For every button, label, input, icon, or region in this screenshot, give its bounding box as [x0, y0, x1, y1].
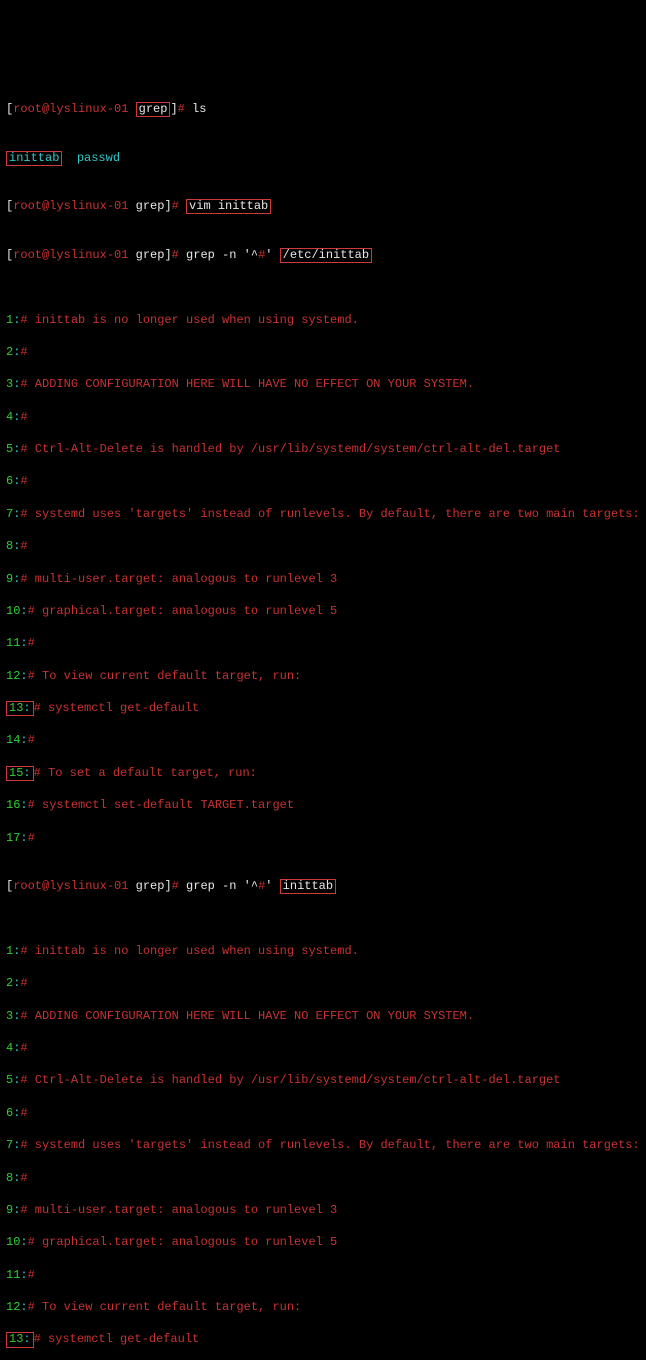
grep-line: 10:# graphical.target: analogous to runl…	[6, 1234, 640, 1250]
grep-line: 4:#	[6, 1040, 640, 1056]
prompt-grep-etc: [root@lyslinux-01 grep]# grep -n '^#' /e…	[6, 247, 640, 263]
grep-line: 7:# systemd uses 'targets' instead of ru…	[6, 506, 640, 522]
ls-output: inittab passwd	[6, 150, 640, 166]
prompt-ls: [root@lyslinux-01 grep]# ls	[6, 101, 640, 117]
grep-line: 6:#	[6, 473, 640, 489]
prompt-grep-local: [root@lyslinux-01 grep]# grep -n '^#' in…	[6, 878, 640, 894]
grep-line: 1:# inittab is no longer used when using…	[6, 943, 640, 959]
grep-line: 13:# systemctl get-default	[6, 1331, 640, 1347]
grep-line: 5:# Ctrl-Alt-Delete is handled by /usr/l…	[6, 1072, 640, 1088]
grep-line: 13:# systemctl get-default	[6, 700, 640, 716]
terminal-output: [root@lyslinux-01 grep]# ls inittab pass…	[6, 69, 640, 1360]
cmd-ls: ls	[192, 102, 206, 116]
grep-line: 3:# ADDING CONFIGURATION HERE WILL HAVE …	[6, 1008, 640, 1024]
path-etc-inittab: /etc/inittab	[283, 248, 369, 262]
grep-line: 2:#	[6, 344, 640, 360]
grep-line: 12:# To view current default target, run…	[6, 668, 640, 684]
prompt-vim: [root@lyslinux-01 grep]# vim inittab	[6, 198, 640, 214]
grep-line: 8:#	[6, 538, 640, 554]
grep-line: 17:#	[6, 830, 640, 846]
grep-line: 4:#	[6, 409, 640, 425]
grep-line: 2:#	[6, 975, 640, 991]
grep-line: 3:# ADDING CONFIGURATION HERE WILL HAVE …	[6, 376, 640, 392]
grep-line: 8:#	[6, 1170, 640, 1186]
grep-line: 10:# graphical.target: analogous to runl…	[6, 603, 640, 619]
grep-line: 6:#	[6, 1105, 640, 1121]
grep-line: 1:# inittab is no longer used when using…	[6, 312, 640, 328]
grep-line: 9:# multi-user.target: analogous to runl…	[6, 1202, 640, 1218]
path-local-inittab: inittab	[283, 879, 333, 893]
grep-line: 7:# systemd uses 'targets' instead of ru…	[6, 1137, 640, 1153]
grep-line: 12:# To view current default target, run…	[6, 1299, 640, 1315]
grep-line: 5:# Ctrl-Alt-Delete is handled by /usr/l…	[6, 441, 640, 457]
grep-line: 11:#	[6, 635, 640, 651]
cmd-vim: vim inittab	[189, 199, 268, 213]
grep-line: 14:#	[6, 732, 640, 748]
grep-line: 15:# To set a default target, run:	[6, 765, 640, 781]
grep-line: 16:# systemctl set-default TARGET.target	[6, 797, 640, 813]
grep-line: 11:#	[6, 1267, 640, 1283]
grep-line: 9:# multi-user.target: analogous to runl…	[6, 571, 640, 587]
